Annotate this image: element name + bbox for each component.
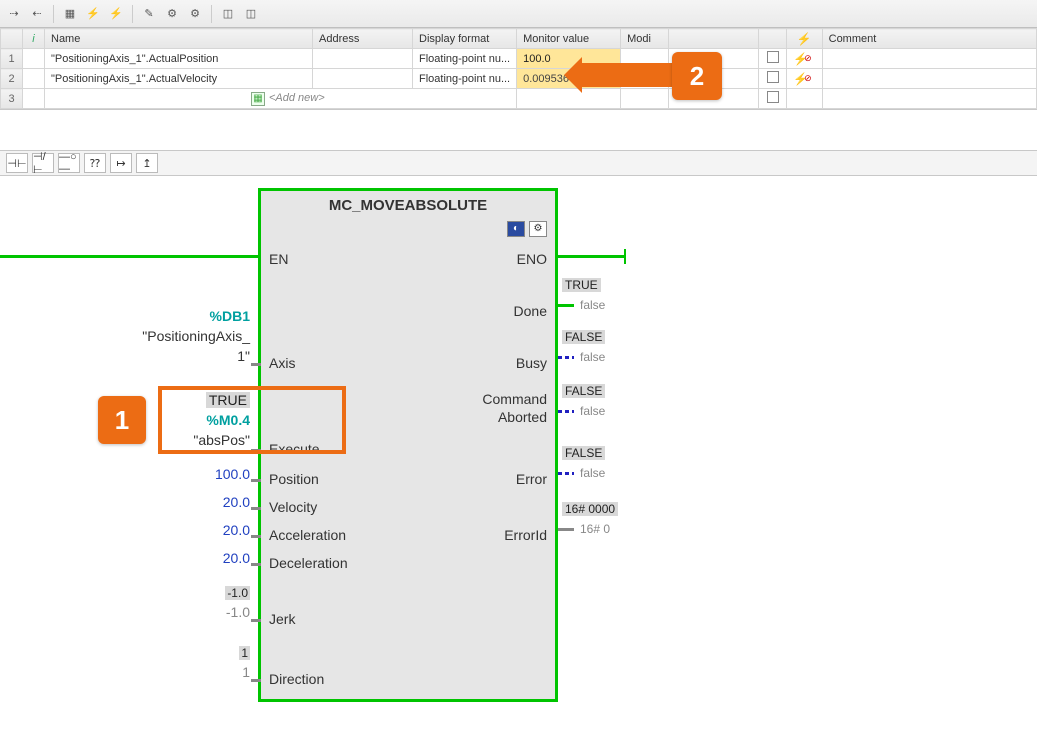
cell-display[interactable]: Floating-point nu... [413,69,517,89]
contact-nc-btn[interactable]: ⊣/⊢ [32,153,54,173]
pin-cmd1: Command [482,391,547,407]
hdr-display[interactable]: Display format [413,29,517,49]
pin-errorid: ErrorId [504,527,547,543]
exec-addr: %M0.4 [170,412,250,428]
val-jerk[interactable]: -1.0 [226,604,250,620]
wire-stub [558,410,574,413]
val-dir-badge: 1 [239,646,250,660]
out-busy-f: false [580,350,605,364]
main-toolbar: ⇢ ⇠ ▦ ⚡ ⚡ ✎ ⚙ ⚙ ◫ ◫ [0,0,1037,28]
hdr-info: i [23,29,45,49]
callout-arrow-2 [582,63,672,87]
pin-accel: Acceleration [269,527,346,543]
exec-name: "absPos" [160,432,250,448]
callout-2: 2 [672,52,722,100]
pin-direction: Direction [269,671,324,687]
pin-cmd2: Aborted [498,409,547,425]
axis-name2: 1" [200,348,250,364]
out-cmd-t: FALSE [562,384,605,398]
row-checkbox[interactable] [767,71,779,83]
wire-stub [558,356,574,359]
table-row[interactable]: 1 "PositioningAxis_1".ActualPosition Flo… [1,49,1037,69]
hdr-modify[interactable]: Modi [621,29,669,49]
tool-btn-10[interactable]: ◫ [241,4,261,24]
contact-no-btn[interactable]: ⊣⊢ [6,153,28,173]
block-icon-config[interactable]: ⚙ [529,221,547,237]
bolt-icon: ⚡ [797,32,812,46]
add-icon[interactable]: ▦ [251,92,265,106]
out-eid-f: 16# 0 [580,522,610,536]
row-num: 3 [1,89,23,109]
cell-display[interactable]: Floating-point nu... [413,49,517,69]
pin-eno: ENO [517,251,547,267]
val-decel[interactable]: 20.0 [223,550,250,566]
cell-name[interactable]: "PositioningAxis_1".ActualVelocity [45,69,313,89]
pin-jerk: Jerk [269,611,295,627]
pin-decel: Deceleration [269,555,348,571]
table-row-addnew[interactable]: 3 ▦ <Add new> [1,89,1037,109]
branch-close-btn[interactable]: ↥ [136,153,158,173]
out-err-f: false [580,466,605,480]
cell-name[interactable]: "PositioningAxis_1".ActualPosition [45,49,313,69]
addnew-label[interactable]: <Add new> [269,92,325,104]
out-busy-t: FALSE [562,330,605,344]
function-block[interactable]: MC_MOVEABSOLUTE ◐ ⚙ EN ENO Axis Execute … [258,188,558,702]
table-row[interactable]: 2 "PositioningAxis_1".ActualVelocity Flo… [1,69,1037,89]
pin-execute: Execute [269,441,320,457]
tool-btn-3[interactable]: ▦ [60,4,80,24]
pin-velocity: Velocity [269,499,317,515]
val-accel[interactable]: 20.0 [223,522,250,538]
exec-state: TRUE [170,392,250,408]
tool-btn-5[interactable]: ⚡ [106,4,126,24]
tool-btn-6[interactable]: ✎ [139,4,159,24]
out-err-t: FALSE [562,446,605,460]
block-icon-info[interactable]: ◐ [507,221,525,237]
pin-position: Position [269,471,319,487]
ladder-toolbar: ⊣⊢ ⊣/⊢ —○— ⁇ ↦ ↥ [0,150,1037,176]
axis-name1: "PositioningAxis_ [110,328,250,344]
tool-btn-8[interactable]: ⚙ [185,4,205,24]
out-eid-t: 16# 0000 [562,502,618,516]
out-done-t: TRUE [562,278,601,292]
pin-done: Done [514,303,547,319]
row-num: 1 [1,49,23,69]
tool-btn-9[interactable]: ◫ [218,4,238,24]
row-checkbox[interactable] [767,51,779,63]
tool-btn-1[interactable]: ⇢ [4,4,24,24]
axis-db: %DB1 [170,308,250,324]
ladder-diagram: MC_MOVEABSOLUTE ◐ ⚙ EN ENO Axis Execute … [0,176,1037,716]
tool-btn-2[interactable]: ⇠ [27,4,47,24]
val-velocity[interactable]: 20.0 [223,494,250,510]
hdr-monitor[interactable]: Monitor value [517,29,621,49]
hdr-address[interactable]: Address [313,29,413,49]
val-position[interactable]: 100.0 [215,466,250,482]
out-cmd-f: false [580,404,605,418]
pin-en: EN [269,251,288,267]
branch-open-btn[interactable]: ↦ [110,153,132,173]
wire-stub [558,528,574,531]
row-num: 2 [1,69,23,89]
tool-btn-7[interactable]: ⚙ [162,4,182,24]
power-rail-right [557,255,625,258]
val-dir[interactable]: 1 [242,664,250,680]
row-checkbox[interactable] [767,91,779,103]
hdr-name[interactable]: Name [45,29,313,49]
pin-busy: Busy [516,355,547,371]
power-rail-left [0,255,260,258]
out-done-f: false [580,298,605,312]
hdr-comment[interactable]: Comment [822,29,1036,49]
watch-table: i Name Address Display format Monitor va… [0,28,1037,110]
callout-1: 1 [98,396,146,444]
val-jerk-badge: -1.0 [225,586,250,600]
wire-stub [558,304,574,307]
pin-axis: Axis [269,355,295,371]
wire-stub [558,472,574,475]
watch-header-row: i Name Address Display format Monitor va… [1,29,1037,49]
box-btn[interactable]: ⁇ [84,153,106,173]
tool-btn-4[interactable]: ⚡ [83,4,103,24]
block-title: MC_MOVEABSOLUTE [261,191,555,214]
pin-error: Error [516,471,547,487]
coil-btn[interactable]: —○— [58,153,80,173]
